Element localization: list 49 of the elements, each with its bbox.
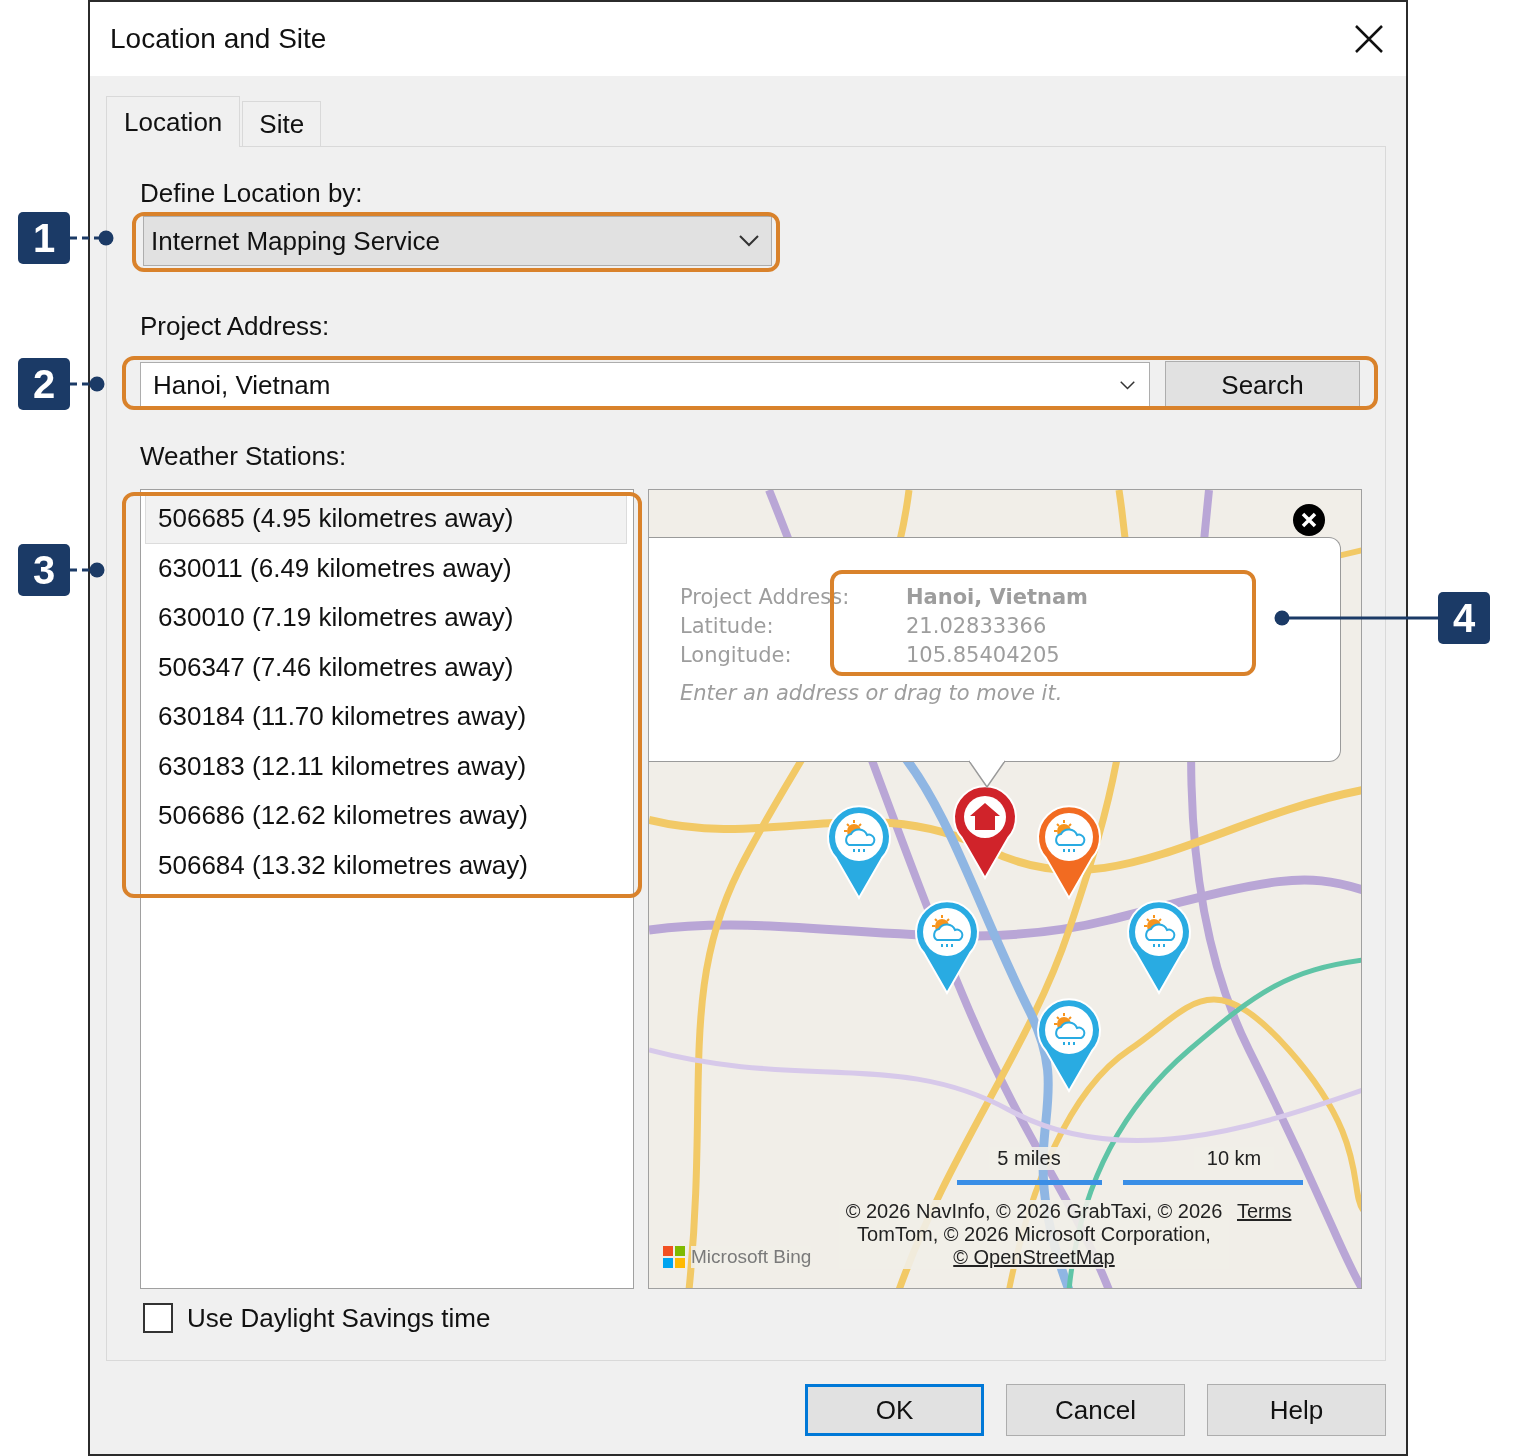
weather-pin-icon[interactable] (912, 897, 982, 997)
list-item[interactable]: 630011 (6.49 kilometres away) (145, 543, 627, 593)
address-combo-field[interactable]: Hanoi, Vietnam (140, 362, 1150, 408)
popup-label: Latitude: (680, 613, 775, 640)
dialog-button[interactable]: Help (1207, 1384, 1386, 1436)
callout-badge: 1 (18, 212, 70, 264)
weather-pin-icon[interactable] (1034, 802, 1104, 902)
list-item[interactable]: 630184 (11.70 kilometres away) (145, 692, 627, 742)
list-item[interactable]: 506684 (13.32 kilometres away) (145, 840, 627, 890)
weather-pin-icon[interactable] (824, 802, 894, 902)
window-title: Location and Site (110, 23, 327, 55)
field-label: Weather Stations: (140, 440, 348, 473)
list-item[interactable]: 506347 (7.46 kilometres away) (145, 642, 627, 692)
callout-badge: 3 (18, 544, 70, 596)
popup-label: Longitude: (680, 642, 793, 669)
popup-value: Hanoi, Vietnam (906, 584, 1089, 611)
close-icon[interactable] (1354, 24, 1384, 54)
weather-pin-icon[interactable] (1124, 897, 1194, 997)
windows-logo-icon (663, 1246, 685, 1268)
field-label: Project Address: (140, 310, 331, 343)
list-item[interactable]: 506686 (12.62 kilometres away) (145, 791, 627, 841)
list-item[interactable]: 630183 (12.11 kilometres away) (145, 741, 627, 791)
chevron-down-icon (1120, 380, 1135, 390)
field-label: Define Location by: (140, 177, 364, 210)
popup-value: 21.02833366 (906, 613, 1048, 640)
weather-pin-icon[interactable] (1034, 995, 1104, 1095)
location-method-dropdown[interactable]: Internet Mapping Service (143, 216, 772, 266)
dialog-button[interactable]: Cancel (1006, 1384, 1185, 1436)
tab[interactable]: Site (242, 101, 322, 146)
checkbox[interactable] (143, 1303, 173, 1333)
popup-hint: Enter an address or drag to move it. (680, 681, 1064, 705)
callout-badge: 2 (18, 358, 70, 410)
home-pin-icon[interactable] (950, 782, 1020, 882)
map-logo-text: Microsoft Bing (691, 1246, 812, 1268)
chevron-down-icon (739, 235, 759, 247)
dialog-button[interactable]: OK (805, 1384, 984, 1436)
list-item[interactable]: 506685 (4.95 kilometres away) (145, 494, 627, 544)
leader-line (70, 376, 105, 392)
close-icon[interactable] (1292, 503, 1326, 537)
leader-line (70, 562, 105, 578)
tab[interactable]: Location (106, 96, 241, 147)
callout-badge: 4 (1438, 592, 1490, 644)
list-item[interactable]: 630010 (7.19 kilometres away) (145, 593, 627, 643)
terms-link[interactable]: Terms (1237, 1200, 1292, 1223)
openstreetmap-link[interactable]: © OpenStreetMap (953, 1246, 1115, 1268)
leader-line (70, 230, 114, 246)
checkbox-label: Use Daylight Savings time (187, 1302, 491, 1334)
search-button[interactable]: Search (1165, 361, 1360, 409)
popup-value: 105.85404205 (906, 642, 1061, 669)
